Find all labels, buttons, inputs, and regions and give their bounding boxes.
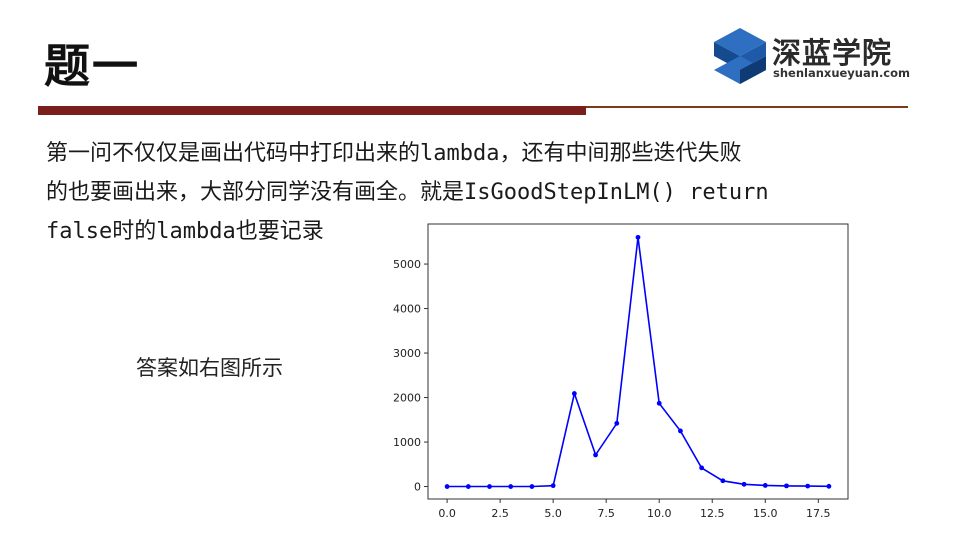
data-point [784, 483, 789, 489]
paragraph-line-2: 的也要画出来，大部分同学没有画全。就是IsGoodStepInLM() retu… [46, 180, 769, 205]
data-point [571, 391, 577, 396]
data-point [508, 484, 514, 489]
plot-frame [427, 223, 849, 500]
data-point [635, 234, 641, 240]
x-tick-label: 0.0 [438, 507, 456, 520]
y-tick-label: 1000 [393, 436, 421, 449]
x-tick-label: 15.0 [753, 507, 778, 520]
data-point [678, 428, 683, 434]
x-tick-label: 12.5 [700, 507, 725, 520]
data-point [593, 452, 598, 458]
x-tick-label: 7.5 [597, 507, 615, 520]
data-point [550, 483, 556, 489]
x-tick-label: 17.5 [806, 507, 831, 520]
data-point [614, 420, 620, 426]
logo-url: shenlanxueyuan.com [773, 66, 911, 80]
header-rule-thick [38, 106, 586, 115]
x-tick-label: 10.0 [647, 507, 672, 520]
data-point [805, 483, 811, 489]
data-point [465, 484, 471, 489]
y-tick-label: 0 [414, 481, 421, 494]
y-tick-label: 2000 [393, 392, 421, 405]
y-tick-label: 5000 [393, 258, 421, 271]
y-tick-label: 3000 [393, 347, 421, 360]
x-tick-label: 2.5 [491, 507, 509, 520]
y-tick-label: 4000 [393, 303, 421, 316]
data-point [826, 483, 832, 489]
x-tick-label: 5.0 [544, 507, 562, 520]
data-point [741, 481, 747, 487]
slide-title: 题一 [44, 39, 140, 93]
header-rule-thin [586, 106, 908, 108]
data-point [529, 484, 535, 489]
paragraph-line-1: 第一问不仅仅是画出代码中打印出来的lambda，还有中间那些迭代失败 [46, 141, 742, 166]
data-point [656, 400, 662, 406]
data-point [762, 483, 768, 488]
caption: 答案如右图所示 [136, 356, 283, 380]
data-point [487, 484, 492, 489]
lambda-line-chart: 0 1000 2000 3000 4000 5000 0.0 2.5 5.0 7.5 10.0 12.… [393, 223, 849, 520]
logo-cube-icon [714, 28, 766, 84]
data-point [699, 465, 705, 471]
data-point [720, 478, 726, 484]
data-point [444, 484, 450, 489]
